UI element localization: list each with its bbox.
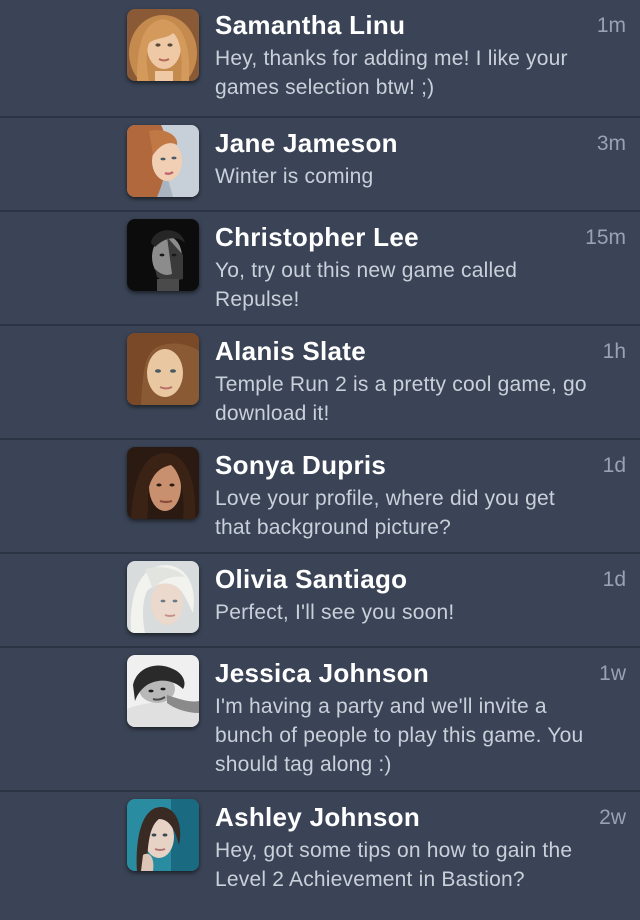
sender-name: Alanis Slate — [215, 336, 366, 366]
timestamp: 1h — [602, 340, 626, 363]
timestamp: 3m — [596, 132, 626, 155]
avatar[interactable] — [127, 561, 199, 633]
message-preview: Hey, thanks for adding me! I like your g… — [215, 47, 568, 99]
message-row[interactable]: Olivia Santiago 1d Perfect, I'll see you… — [0, 552, 640, 646]
portrait-photo-man-black-and-white — [127, 219, 199, 291]
sender-name: Olivia Santiago — [215, 564, 408, 594]
timestamp: 1w — [599, 662, 626, 685]
sender-name: Jessica Johnson — [215, 658, 430, 688]
avatar[interactable] — [127, 125, 199, 197]
message-preview: Perfect, I'll see you soon! — [215, 601, 455, 624]
portrait-photo-woman-reddish-hair — [127, 125, 199, 197]
timestamp: 2w — [599, 806, 626, 829]
sender-name: Ashley Johnson — [215, 802, 421, 832]
timestamp: 1m — [596, 14, 626, 37]
message-preview: I'm having a party and we'll invite a bu… — [215, 695, 584, 776]
message-row[interactable]: Jane Jameson 3m Winter is coming — [0, 116, 640, 210]
portrait-photo-woman-black-and-white — [127, 655, 199, 727]
portrait-photo-woman-teal-tone — [127, 799, 199, 871]
avatar[interactable] — [127, 799, 199, 871]
avatar[interactable] — [127, 333, 199, 405]
message-row[interactable]: Ashley Johnson 2w Hey, got some tips on … — [0, 790, 640, 920]
message-row[interactable]: Jessica Johnson 1w I'm having a party an… — [0, 646, 640, 790]
message-preview: Winter is coming — [215, 165, 374, 188]
portrait-photo-blonde-woman — [127, 9, 199, 81]
sender-name: Samantha Linu — [215, 10, 406, 40]
timestamp: 1d — [602, 568, 626, 591]
portrait-photo-woman-brown-hair — [127, 333, 199, 405]
avatar[interactable] — [127, 9, 199, 81]
timestamp: 1d — [602, 454, 626, 477]
portrait-photo-woman-dark-hair — [127, 447, 199, 519]
sender-name: Christopher Lee — [215, 222, 419, 252]
message-row[interactable]: Christopher Lee 15m Yo, try out this new… — [0, 210, 640, 324]
avatar[interactable] — [127, 655, 199, 727]
message-row[interactable]: Sonya Dupris 1d Love your profile, where… — [0, 438, 640, 552]
message-preview: Hey, got some tips on how to gain the Le… — [215, 839, 573, 891]
message-preview: Yo, try out this new game called Repulse… — [215, 259, 518, 311]
portrait-photo-woman-platinum-hair — [127, 561, 199, 633]
message-preview: Love your profile, where did you get tha… — [215, 487, 555, 539]
avatar[interactable] — [127, 219, 199, 291]
timestamp: 15m — [585, 226, 626, 249]
avatar[interactable] — [127, 447, 199, 519]
message-preview: Temple Run 2 is a pretty cool game, go d… — [215, 373, 587, 425]
message-row[interactable]: Alanis Slate 1h Temple Run 2 is a pretty… — [0, 324, 640, 438]
sender-name: Sonya Dupris — [215, 450, 387, 480]
messages-screen: Samantha Linu 1m Hey, thanks for adding … — [0, 0, 640, 920]
sender-name: Jane Jameson — [215, 128, 398, 158]
message-row[interactable]: Samantha Linu 1m Hey, thanks for adding … — [0, 0, 640, 116]
